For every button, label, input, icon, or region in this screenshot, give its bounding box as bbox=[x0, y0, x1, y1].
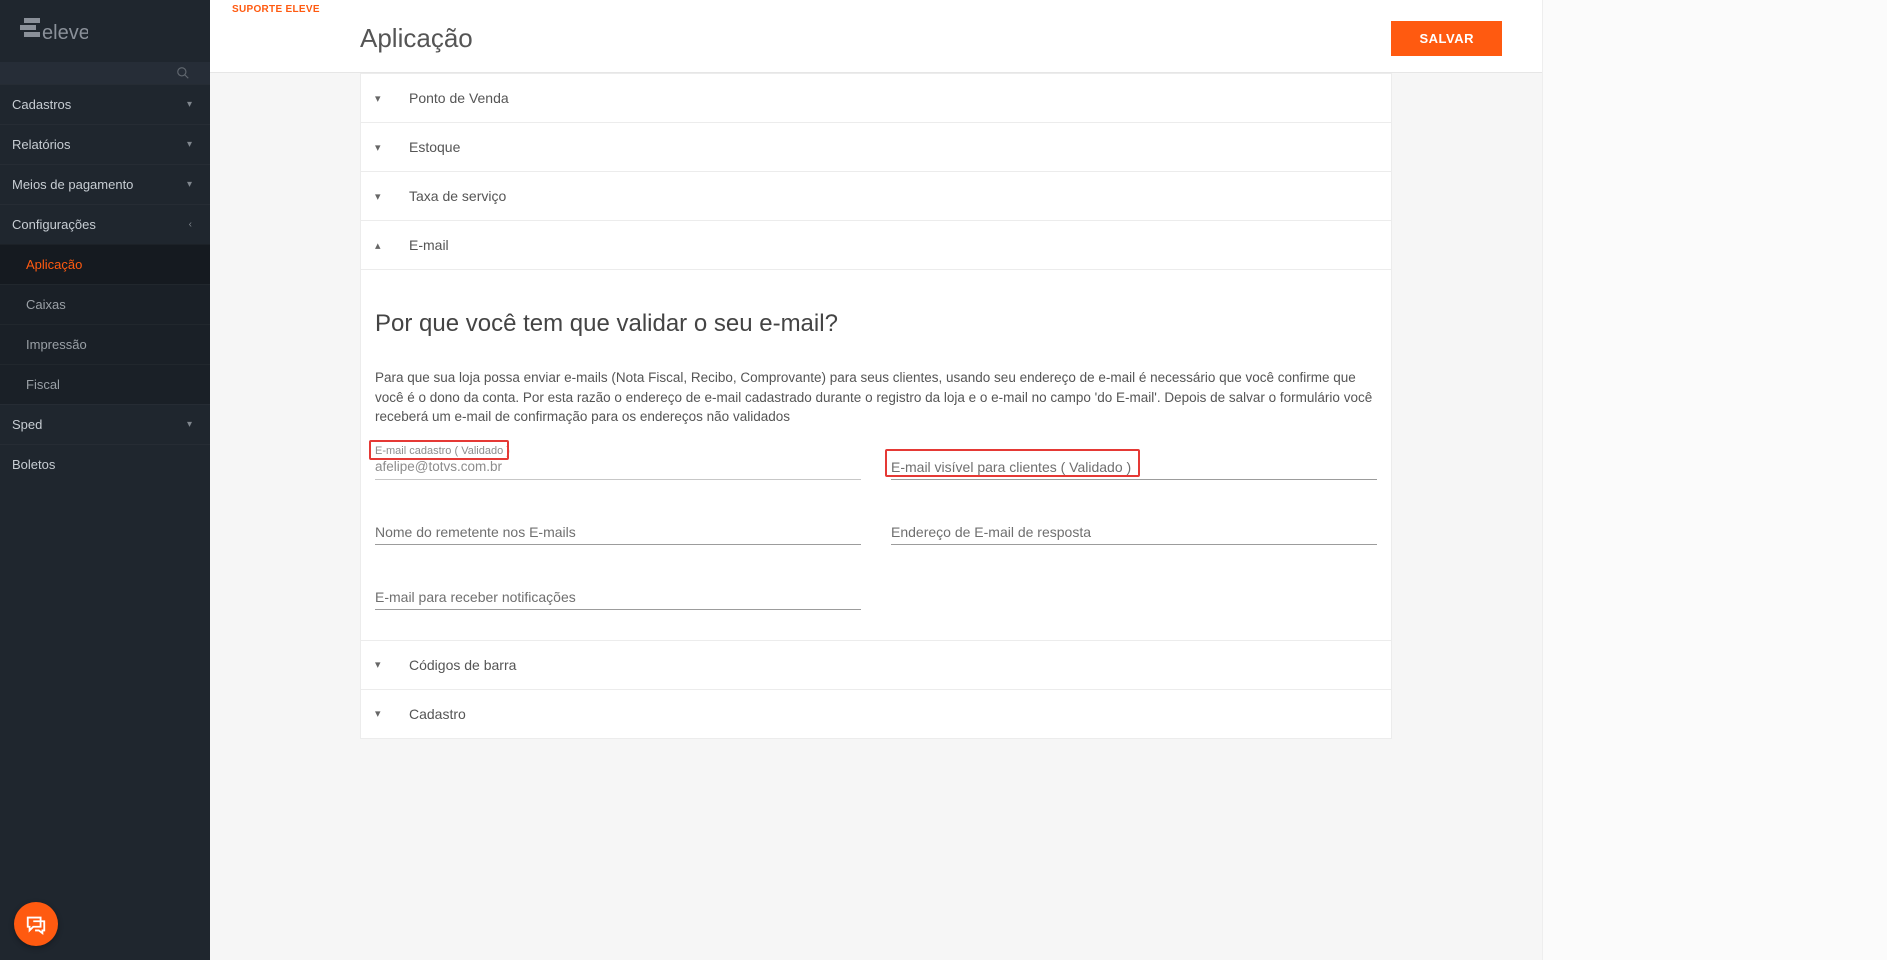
save-button[interactable]: SALVAR bbox=[1391, 21, 1502, 56]
accordion-header[interactable]: ▾ Taxa de serviço bbox=[361, 172, 1391, 220]
logo: eleve bbox=[0, 0, 210, 62]
chat-fab[interactable] bbox=[14, 902, 58, 946]
accordion-header[interactable]: ▾ Cadastro bbox=[361, 690, 1391, 738]
chevron-up-icon: ▴ bbox=[375, 239, 387, 252]
sidebar-item-label: Fiscal bbox=[26, 377, 60, 392]
sidebar-item-label: Aplicação bbox=[26, 257, 82, 272]
sidebar-item-label: Configurações bbox=[12, 217, 96, 232]
chevron-down-icon: ▾ bbox=[375, 190, 387, 203]
sidebar-sub-caixas[interactable]: Caixas bbox=[0, 284, 210, 324]
email-section-paragraph: Para que sua loja possa enviar e-mails (… bbox=[375, 368, 1377, 427]
accordion-label: Taxa de serviço bbox=[409, 188, 506, 204]
chevron-down-icon: ▾ bbox=[375, 658, 387, 671]
email-section-heading: Por que você tem que validar o seu e-mai… bbox=[375, 310, 1377, 338]
sidebar-item-cadastros[interactable]: Cadastros ▾ bbox=[0, 84, 210, 124]
accordion-label: Estoque bbox=[409, 139, 460, 155]
accordion-taxa-servico: ▾ Taxa de serviço bbox=[360, 172, 1392, 221]
accordion-header[interactable]: ▾ Estoque bbox=[361, 123, 1391, 171]
logo-icon: eleve bbox=[20, 13, 88, 49]
sidebar-item-label: Cadastros bbox=[12, 97, 71, 112]
accordion-estoque: ▾ Estoque bbox=[360, 123, 1392, 172]
chat-icon bbox=[25, 913, 47, 935]
email-form-grid: E-mail cadastro ( Validado ) afelipe@tot… bbox=[375, 445, 1377, 610]
sidebar-item-label: Meios de pagamento bbox=[12, 177, 133, 192]
field-value: afelipe@totvs.com.br bbox=[375, 459, 861, 479]
logo-text: eleve bbox=[42, 22, 88, 44]
main: SUPORTE ELEVE Aplicação SALVAR ▾ Ponto d… bbox=[210, 0, 1542, 960]
sidebar-item-label: Caixas bbox=[26, 297, 66, 312]
sidebar-item-relatorios[interactable]: Relatórios ▾ bbox=[0, 124, 210, 164]
accordion-label: Cadastro bbox=[409, 706, 466, 722]
accordion-ponto-de-venda: ▾ Ponto de Venda bbox=[360, 73, 1392, 123]
field-email-cadastro: E-mail cadastro ( Validado ) afelipe@tot… bbox=[375, 445, 861, 480]
chevron-down-icon: ▾ bbox=[187, 179, 192, 190]
content: ▾ Ponto de Venda ▾ Estoque ▾ Taxa de ser… bbox=[210, 73, 1542, 739]
sidebar-item-sped[interactable]: Sped ▾ bbox=[0, 404, 210, 444]
field-nome-remetente[interactable]: Nome do remetente nos E-mails bbox=[375, 510, 861, 545]
accordion-cadastro: ▾ Cadastro bbox=[360, 690, 1392, 739]
field-email-notificacoes[interactable]: E-mail para receber notificações bbox=[375, 575, 861, 610]
chevron-down-icon: ▾ bbox=[375, 707, 387, 720]
chevron-down-icon: ▾ bbox=[187, 419, 192, 430]
sidebar-item-label: Relatórios bbox=[12, 137, 71, 152]
accordion-header[interactable]: ▴ E-mail bbox=[361, 221, 1391, 269]
page-title: Aplicação bbox=[360, 23, 473, 54]
sidebar-sub-fiscal[interactable]: Fiscal bbox=[0, 364, 210, 404]
accordion-label: E-mail bbox=[409, 237, 449, 253]
right-gutter bbox=[1542, 0, 1887, 960]
sidebar-search[interactable] bbox=[0, 62, 210, 84]
field-endereco-resposta[interactable]: Endereço de E-mail de resposta bbox=[891, 510, 1377, 545]
sidebar-item-configuracoes[interactable]: Configurações ‹ bbox=[0, 204, 210, 244]
field-label: E-mail cadastro ( Validado ) bbox=[375, 445, 510, 457]
chevron-down-icon: ▾ bbox=[375, 141, 387, 154]
accordion-header[interactable]: ▾ Ponto de Venda bbox=[361, 74, 1391, 122]
breadcrumb[interactable]: SUPORTE ELEVE bbox=[210, 0, 1542, 15]
email-section: Por que você tem que validar o seu e-mai… bbox=[361, 269, 1391, 640]
chevron-left-icon: ‹ bbox=[189, 219, 192, 230]
chevron-down-icon: ▾ bbox=[375, 92, 387, 105]
accordion-label: Ponto de Venda bbox=[409, 90, 509, 106]
content-scroll[interactable]: ▾ Ponto de Venda ▾ Estoque ▾ Taxa de ser… bbox=[210, 73, 1542, 960]
sidebar-sub-impressao[interactable]: Impressão bbox=[0, 324, 210, 364]
sidebar-sub-aplicacao[interactable]: Aplicação bbox=[0, 244, 210, 284]
chevron-down-icon: ▾ bbox=[187, 139, 192, 150]
chevron-down-icon: ▾ bbox=[187, 99, 192, 110]
sidebar-item-meios-pagamento[interactable]: Meios de pagamento ▾ bbox=[0, 164, 210, 204]
sidebar: eleve Cadastros ▾ Relatórios ▾ Meios de … bbox=[0, 0, 210, 960]
sidebar-item-label: Boletos bbox=[12, 457, 55, 472]
accordion-email: ▴ E-mail Por que você tem que validar o … bbox=[360, 221, 1392, 641]
accordion-codigos-barra: ▾ Códigos de barra bbox=[360, 641, 1392, 690]
search-icon bbox=[176, 66, 190, 80]
sidebar-item-label: Impressão bbox=[26, 337, 87, 352]
page-header: Aplicação SALVAR bbox=[210, 15, 1542, 73]
sidebar-item-boletos[interactable]: Boletos bbox=[0, 444, 210, 484]
field-email-visivel[interactable]: E-mail visível para clientes ( Validado … bbox=[891, 445, 1377, 480]
sidebar-item-label: Sped bbox=[12, 417, 42, 432]
accordion-header[interactable]: ▾ Códigos de barra bbox=[361, 641, 1391, 689]
accordion-label: Códigos de barra bbox=[409, 657, 516, 673]
